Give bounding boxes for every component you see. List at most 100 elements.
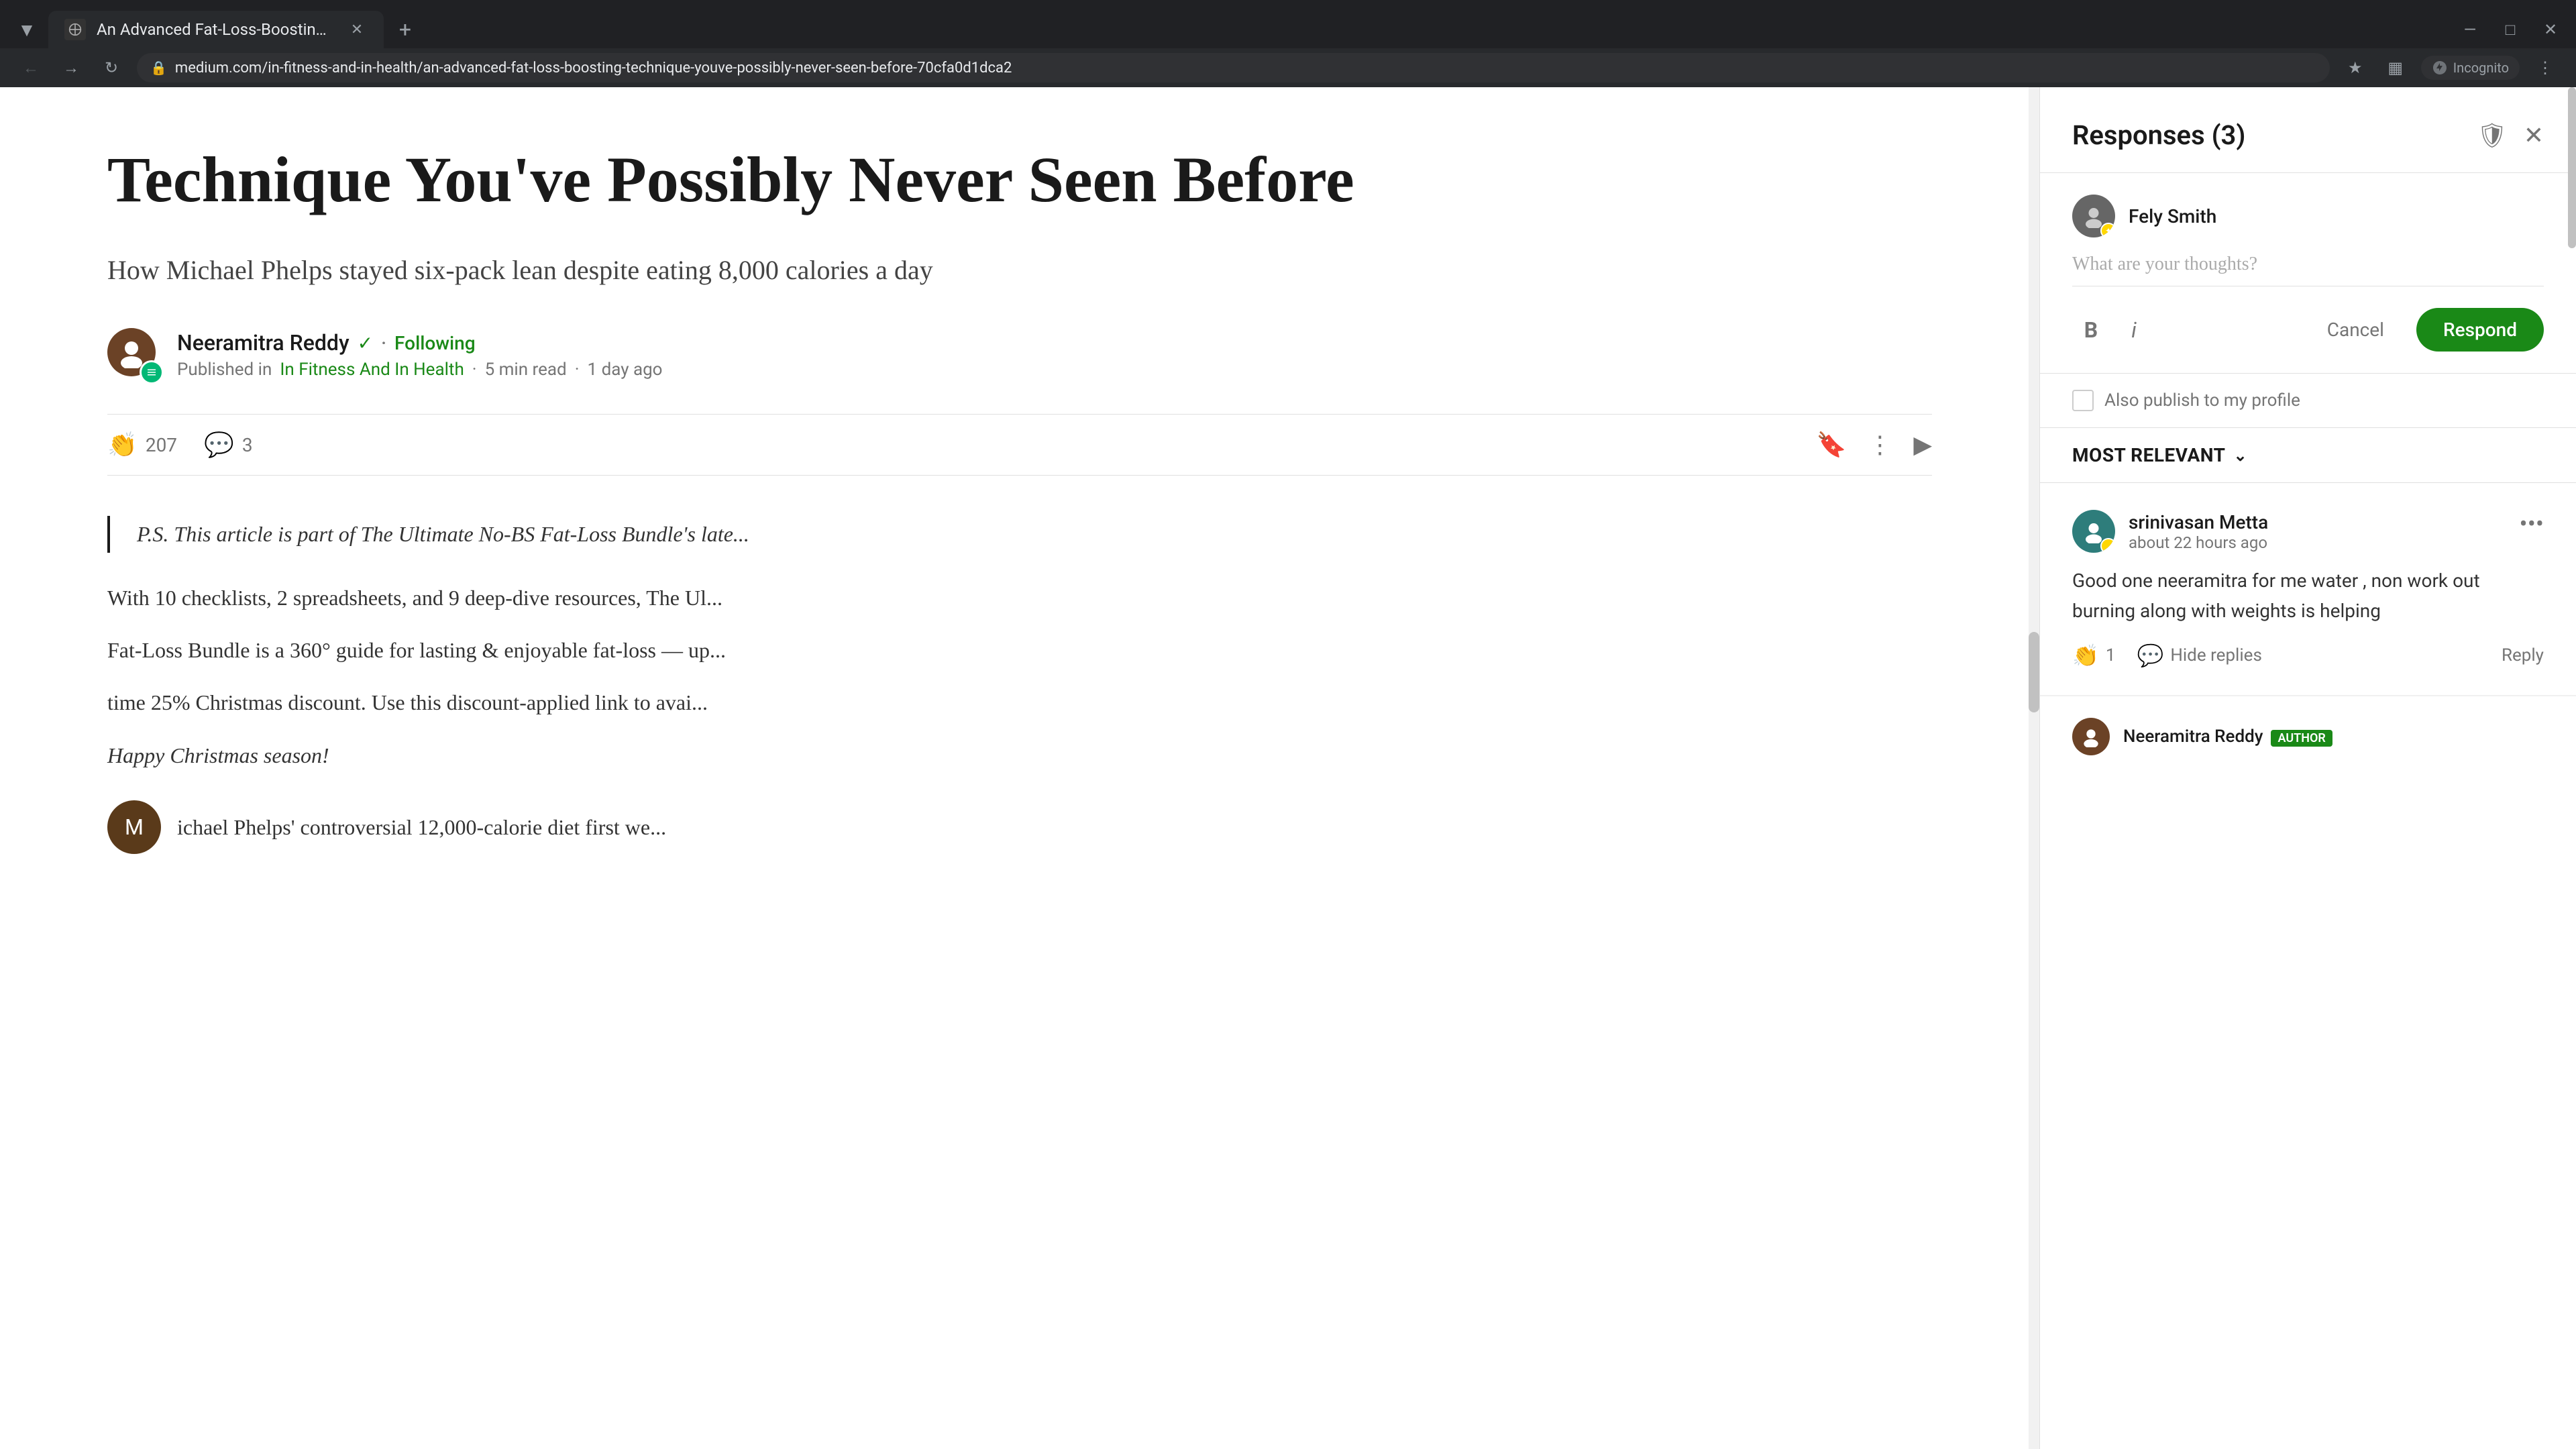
share-action[interactable]: ⋮ [1868, 431, 1892, 459]
cancel-button[interactable]: Cancel [2311, 311, 2400, 349]
minimize-button[interactable]: — [2455, 15, 2485, 44]
responses-header-icons: 🛡 ✕ [2477, 121, 2544, 150]
forward-button[interactable]: → [56, 53, 86, 83]
nav-bar: ← → ↻ 🔒 medium.com/in-fitness-and-in-hea… [0, 48, 2576, 87]
next-line-text: ichael Phelps' controversial 12,000-calo… [177, 809, 666, 845]
composer-section: ✦ Fely Smith What are your thoughts? B i… [2040, 173, 2576, 374]
comment-1-time: about 22 hours ago [2129, 533, 2268, 552]
body-text-2: Fat-Loss Bundle is a 360° guide for last… [107, 632, 1932, 668]
author-name-row: Neeramitra Reddy ✓ · Following [177, 330, 663, 356]
comment-action[interactable]: 💬 3 [204, 431, 253, 459]
tab-favicon [64, 19, 86, 40]
maximize-button[interactable]: □ [2496, 15, 2525, 44]
comment-1-header: srinivasan Metta about 22 hours ago ••• [2072, 510, 2544, 553]
responses-title: Responses (3) [2072, 119, 2245, 151]
close-responses-button[interactable]: ✕ [2524, 121, 2544, 150]
published-in-label: Published in [177, 360, 272, 380]
panel-scrollbar-thumb[interactable] [2568, 87, 2576, 248]
comment-1-footer: 👏 1 💬 Hide replies Reply [2072, 643, 2544, 668]
sort-chevron-icon: ⌄ [2234, 446, 2248, 465]
responses-header: Responses (3) 🛡 ✕ [2040, 87, 2576, 173]
comment-1-user: srinivasan Metta about 22 hours ago [2072, 510, 2268, 553]
article-actions-bar: 👏 207 💬 3 🔖 ⋮ ▶ [107, 414, 1932, 476]
url-bar[interactable]: 🔒 medium.com/in-fitness-and-in-health/an… [137, 53, 2330, 83]
comment-2-author: Neeramitra Reddy [2123, 727, 2263, 747]
verified-icon: ✓ [358, 332, 373, 354]
following-button[interactable]: Following [394, 332, 476, 354]
scrollbar-thumb[interactable] [2029, 632, 2039, 712]
author-row: Neeramitra Reddy ✓ · Following Published… [107, 328, 1932, 382]
happy-christmas: Happy Christmas season! [107, 737, 1932, 773]
publication-badge [140, 360, 164, 384]
page-scrollbar[interactable] [2029, 87, 2039, 1449]
respond-button[interactable]: Respond [2416, 308, 2544, 352]
comment-1-reply-button[interactable]: Reply [2502, 645, 2544, 665]
author-meta: Published in In Fitness And In Health · … [177, 360, 663, 380]
comment-1-clap-action[interactable]: 👏 1 [2072, 643, 2115, 668]
clap-count: 207 [146, 434, 177, 456]
sort-label-text: MOST RELEVANT [2072, 444, 2226, 466]
comment-icon: 💬 [204, 431, 234, 459]
article-subtitle: How Michael Phelps stayed six-pack lean … [107, 250, 1932, 290]
author-avatar-wrapper [107, 328, 161, 382]
composer-toolbar: B i Cancel Respond [2072, 308, 2544, 352]
publication-link[interactable]: In Fitness And In Health [280, 360, 464, 380]
composer-avatar: ✦ [2072, 195, 2115, 237]
lock-icon: 🔒 [150, 60, 167, 76]
body-text-3: time 25% Christmas discount. Use this di… [107, 684, 1932, 720]
publish-row: Also publish to my profile [2040, 374, 2576, 428]
tab-title: An Advanced Fat-Loss-Boosting... [97, 20, 335, 39]
bookmark-action[interactable]: 🔖 [1816, 431, 1846, 459]
read-time: 5 min read [485, 360, 567, 380]
comment-2-info: Neeramitra Reddy AUTHOR [2123, 727, 2332, 747]
extensions-button[interactable]: ▦ [2381, 53, 2410, 83]
clap-action[interactable]: 👏 207 [107, 431, 177, 459]
comment-replies-icon: 💬 [2137, 643, 2163, 668]
url-text: medium.com/in-fitness-and-in-health/an-a… [175, 60, 2316, 76]
tab-switcher-button[interactable]: ▼ [11, 13, 43, 46]
hide-replies-label: Hide replies [2170, 645, 2262, 665]
comment-1-hide-replies[interactable]: 💬 Hide replies [2137, 643, 2261, 668]
close-button[interactable]: ✕ [2536, 15, 2565, 44]
composer-input[interactable]: What are your thoughts? [2072, 254, 2544, 286]
blockquote-section: P.S. This article is part of The Ultimat… [107, 516, 1932, 552]
comment-2-preview: Neeramitra Reddy AUTHOR [2040, 696, 2576, 777]
author-name[interactable]: Neeramitra Reddy [177, 330, 350, 356]
panel-scrollbar[interactable] [2568, 87, 2576, 1449]
comment-clap-icon: 👏 [2072, 643, 2099, 668]
browser-chrome: ▼ An Advanced Fat-Loss-Boosting... ✕ + —… [0, 0, 2576, 87]
sort-button[interactable]: MOST RELEVANT ⌄ [2072, 444, 2247, 466]
dot-sep1: · [472, 360, 477, 380]
publish-label: Also publish to my profile [2104, 390, 2300, 411]
next-section-icon: M [107, 800, 161, 854]
italic-button[interactable]: i [2115, 311, 2153, 349]
comment-1-more-button[interactable]: ••• [2520, 510, 2544, 538]
new-tab-button[interactable]: + [389, 13, 421, 46]
back-button[interactable]: ← [16, 53, 46, 83]
author-badge: AUTHOR [2271, 730, 2332, 747]
active-tab[interactable]: An Advanced Fat-Loss-Boosting... ✕ [48, 11, 384, 48]
responses-panel: Responses (3) 🛡 ✕ ✦ Fely Smith What are … [2039, 87, 2576, 1449]
comment-1-avatar [2072, 510, 2115, 553]
bookmark-button[interactable]: ★ [2341, 53, 2370, 83]
comment-count: 3 [242, 434, 253, 456]
tab-close-button[interactable]: ✕ [346, 19, 368, 40]
tab-bar: ▼ An Advanced Fat-Loss-Boosting... ✕ + —… [0, 0, 2576, 48]
article-area: Technique You've Possibly Never Seen Bef… [0, 87, 2039, 1449]
body-text-1: With 10 checklists, 2 spreadsheets, and … [107, 580, 1932, 616]
menu-button[interactable]: ⋮ [2530, 53, 2560, 83]
publish-checkbox[interactable] [2072, 390, 2094, 411]
composer-action-buttons: Cancel Respond [2311, 308, 2544, 352]
bold-button[interactable]: B [2072, 311, 2110, 349]
comment-1-clap-count: 1 [2106, 645, 2116, 665]
comment-1: srinivasan Metta about 22 hours ago ••• … [2040, 483, 2576, 696]
play-action[interactable]: ▶ [1913, 431, 1932, 459]
shield-icon[interactable]: 🛡 [2477, 121, 2508, 150]
article-fade [0, 1315, 2039, 1449]
comment-2-avatar [2072, 718, 2110, 755]
composer-user-row: ✦ Fely Smith [2072, 195, 2544, 237]
reload-button[interactable]: ↻ [97, 53, 126, 83]
next-section-preview: M ichael Phelps' controversial 12,000-ca… [107, 800, 1932, 854]
action-right-group: 🔖 ⋮ ▶ [1816, 431, 1932, 459]
comment-1-username[interactable]: srinivasan Metta [2129, 511, 2268, 533]
